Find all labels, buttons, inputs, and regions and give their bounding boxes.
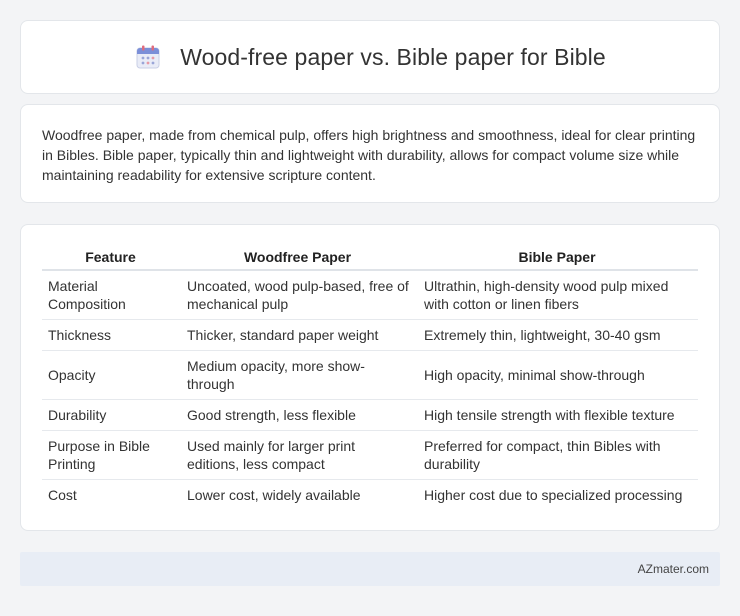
footer-site-link[interactable]: AZmater.com <box>638 562 709 576</box>
table-cell-feature: Opacity <box>42 351 179 400</box>
footer-bar: AZmater.com <box>20 552 720 586</box>
column-header-feature: Feature <box>42 247 179 271</box>
table-cell-woodfree: Medium opacity, more show-through <box>179 351 416 400</box>
table-cell-feature: Thickness <box>42 320 179 351</box>
table-cell-woodfree: Uncoated, wood pulp-based, free of mecha… <box>179 271 416 320</box>
table-cell-feature: Cost <box>48 487 77 503</box>
summary-card: Woodfree paper, made from chemical pulp,… <box>20 104 720 203</box>
comparison-table-card: Feature Woodfree Paper Bible Paper Mater… <box>20 224 720 531</box>
table-cell-bible: Preferred for compact, thin Bibles with … <box>416 431 698 480</box>
table-header-row: Feature Woodfree Paper Bible Paper <box>42 247 698 271</box>
table-cell-woodfree: Used mainly for larger print editions, l… <box>179 431 416 480</box>
table-row: Material Composition Uncoated, wood pulp… <box>42 271 698 320</box>
table-row: Opacity Medium opacity, more show-throug… <box>42 351 698 400</box>
title-wrap: Wood-free paper vs. Bible paper for Bibl… <box>134 43 606 71</box>
summary-text: Woodfree paper, made from chemical pulp,… <box>42 127 696 183</box>
title-card: Wood-free paper vs. Bible paper for Bibl… <box>20 20 720 94</box>
table-cell-bible: High tensile strength with flexible text… <box>416 400 698 431</box>
table-cell-bible: Higher cost due to specialized processin… <box>424 487 683 503</box>
calendar-icon <box>134 43 162 71</box>
table-row: Durability Good strength, less flexible … <box>42 400 698 431</box>
table-cell-feature: Purpose in Bible Printing <box>42 431 179 480</box>
column-header-woodfree: Woodfree Paper <box>179 247 416 271</box>
table-row: Cost Lower cost, widely available Higher… <box>42 480 698 510</box>
table-cell-woodfree: Thicker, standard paper weight <box>179 320 416 351</box>
table-cell-feature: Material Composition <box>42 271 179 320</box>
table-cell-bible: Ultrathin, high-density wood pulp mixed … <box>416 271 698 320</box>
comparison-table: Feature Woodfree Paper Bible Paper Mater… <box>42 247 698 510</box>
table-row: Thickness Thicker, standard paper weight… <box>42 320 698 351</box>
page-title: Wood-free paper vs. Bible paper for Bibl… <box>180 43 606 70</box>
table-cell-feature: Durability <box>42 400 179 431</box>
table-cell-bible: Extremely thin, lightweight, 30-40 gsm <box>416 320 698 351</box>
table-cell-woodfree: Lower cost, widely available <box>187 487 361 503</box>
column-header-bible: Bible Paper <box>416 247 698 271</box>
table-row: Purpose in Bible Printing Used mainly fo… <box>42 431 698 480</box>
table-cell-bible: High opacity, minimal show-through <box>416 351 698 400</box>
table-cell-woodfree: Good strength, less flexible <box>179 400 416 431</box>
